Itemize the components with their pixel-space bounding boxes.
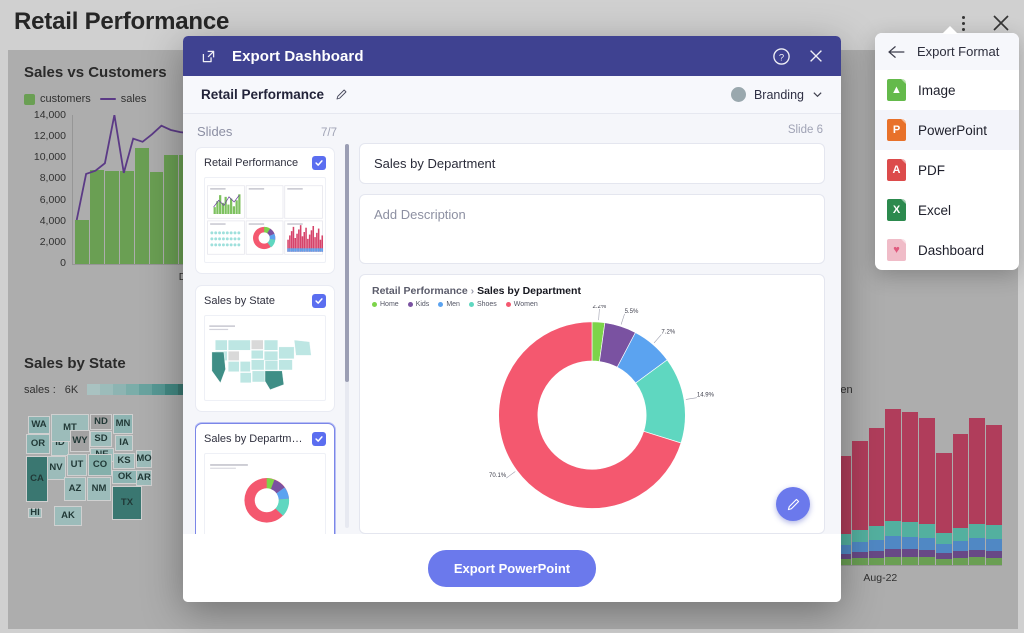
pencil-icon	[787, 498, 799, 510]
dropdown-caret	[942, 26, 958, 34]
branding-color-swatch	[730, 87, 746, 102]
dropdown-item-label: PowerPoint	[918, 122, 988, 138]
slide-card-2[interactable]: Sales by Departme...	[195, 423, 335, 534]
file-icon-glyph: P	[892, 124, 901, 136]
modal-header: Export Dashboard ?	[183, 36, 841, 76]
slide-checkbox[interactable]	[312, 432, 326, 446]
svg-text:14.9%: 14.9%	[697, 393, 715, 399]
slides-scrollbar-thumb[interactable]	[345, 144, 349, 383]
file-icon-glyph: A	[892, 164, 901, 176]
powerpoint-file-icon: P	[887, 119, 906, 141]
slides-scrollbar[interactable]	[345, 144, 349, 528]
export-powerpoint-button[interactable]: Export PowerPoint	[427, 549, 597, 587]
image-file-icon: ▲	[887, 79, 906, 101]
slides-rail: Slides 7/7 Retail Performance Sales by St…	[183, 114, 351, 534]
file-icon-glyph: ♥	[893, 244, 900, 256]
dropdown-item-excel[interactable]: X Excel	[875, 190, 1019, 230]
dropdown-item-dashboard[interactable]: ♥ Dashboard	[875, 230, 1019, 270]
branding-label: Branding	[753, 87, 804, 102]
slide-checkbox[interactable]	[312, 156, 326, 170]
dropdown-item-label: PDF	[918, 162, 945, 178]
help-glyph: ?	[772, 47, 790, 65]
slide-card-name: Sales by Departme...	[204, 433, 306, 445]
modal-footer: Export PowerPoint	[183, 534, 841, 602]
dropdown-header-label: Export Format	[917, 44, 1000, 59]
donut-chart: 2.2% 5.5% 7.2% 14.9% 70.1%	[360, 304, 824, 529]
preview-separator: ›	[470, 285, 475, 297]
slide-checkbox[interactable]	[312, 294, 326, 308]
dashboard-name: Retail Performance	[201, 87, 325, 102]
export-dashboard-modal: Export Dashboard ? Retail Performance Br…	[183, 36, 841, 602]
dropdown-items: ▲ Image P PowerPoint A PDF X Excel ♥ Dashboard	[875, 70, 1019, 270]
modal-close-icon[interactable]	[805, 45, 827, 67]
chevron-down-icon	[813, 92, 822, 98]
external-link-glyph	[202, 50, 214, 62]
svg-text:7.2%: 7.2%	[661, 330, 675, 336]
dropdown-item-powerpoint[interactable]: P PowerPoint	[875, 110, 1019, 150]
file-icon-glyph: ▲	[891, 84, 902, 96]
slide-title-input[interactable]: Sales by Department	[359, 143, 825, 184]
slide-number: Slide 6	[787, 124, 823, 136]
back-arrow-icon[interactable]	[887, 45, 905, 59]
modal-subheader: Retail Performance Branding	[183, 76, 841, 114]
slide-preview: Retail Performance › Sales by Department…	[359, 274, 825, 534]
dropdown-header[interactable]: Export Format	[875, 33, 1019, 70]
donut-svg: 2.2% 5.5% 7.2% 14.9% 70.1%	[489, 304, 715, 509]
modal-title: Export Dashboard	[232, 47, 364, 65]
slide-card-header: Sales by State	[204, 294, 326, 308]
slide-thumbnail	[204, 453, 326, 534]
dashboard-file-icon: ♥	[887, 239, 906, 261]
dropdown-item-image[interactable]: ▲ Image	[875, 70, 1019, 110]
export-format-dropdown: Export Format ▲ Image P PowerPoint A PDF X Exce…	[875, 33, 1019, 270]
edit-name-icon[interactable]	[334, 87, 349, 102]
slide-card-0[interactable]: Retail Performance	[195, 147, 335, 274]
slide-card-header: Sales by Departme...	[204, 432, 326, 446]
modal-body: Slides 7/7 Retail Performance Sales by St…	[183, 114, 841, 534]
dropdown-item-label: Dashboard	[918, 242, 985, 258]
pdf-file-icon: A	[887, 159, 906, 181]
slide-card-name: Sales by State	[204, 295, 275, 307]
modal-close-glyph	[810, 50, 822, 62]
slide-card-header: Retail Performance	[204, 156, 326, 170]
svg-text:5.5%: 5.5%	[625, 309, 639, 315]
slide-card-name: Retail Performance	[204, 157, 299, 169]
svg-text:70.1%: 70.1%	[489, 473, 507, 479]
pencil-glyph	[336, 89, 347, 100]
external-link-icon[interactable]	[197, 45, 219, 67]
dropdown-item-pdf[interactable]: A PDF	[875, 150, 1019, 190]
svg-text:?: ?	[778, 52, 783, 63]
preview-title: Retail Performance › Sales by Department	[372, 285, 812, 297]
edit-slide-fab[interactable]	[776, 487, 810, 521]
slides-rail-header: Slides 7/7	[195, 124, 341, 147]
dropdown-item-label: Excel	[918, 202, 952, 218]
slide-description-input[interactable]: Add Description	[359, 194, 825, 264]
file-icon-glyph: X	[892, 204, 901, 216]
dropdown-item-label: Image	[918, 82, 956, 98]
excel-file-icon: X	[887, 199, 906, 221]
svg-text:2.2%: 2.2%	[592, 305, 606, 310]
slides-label: Slides	[197, 124, 233, 139]
slide-editor: Slide 6 Sales by Department Add Descript…	[351, 114, 841, 534]
slides-count: 7/7	[321, 127, 337, 139]
slides-list[interactable]: Retail Performance Sales by State Sales by…	[195, 147, 341, 534]
preview-breadcrumb: Retail Performance	[372, 285, 468, 297]
help-icon[interactable]: ?	[770, 45, 792, 67]
branding-selector[interactable]: Branding	[730, 87, 823, 102]
slide-thumbnail	[204, 315, 326, 401]
slide-thumbnail	[204, 177, 326, 263]
slide-card-1[interactable]: Sales by State	[195, 285, 335, 412]
preview-chart-title: Sales by Department	[477, 285, 581, 297]
